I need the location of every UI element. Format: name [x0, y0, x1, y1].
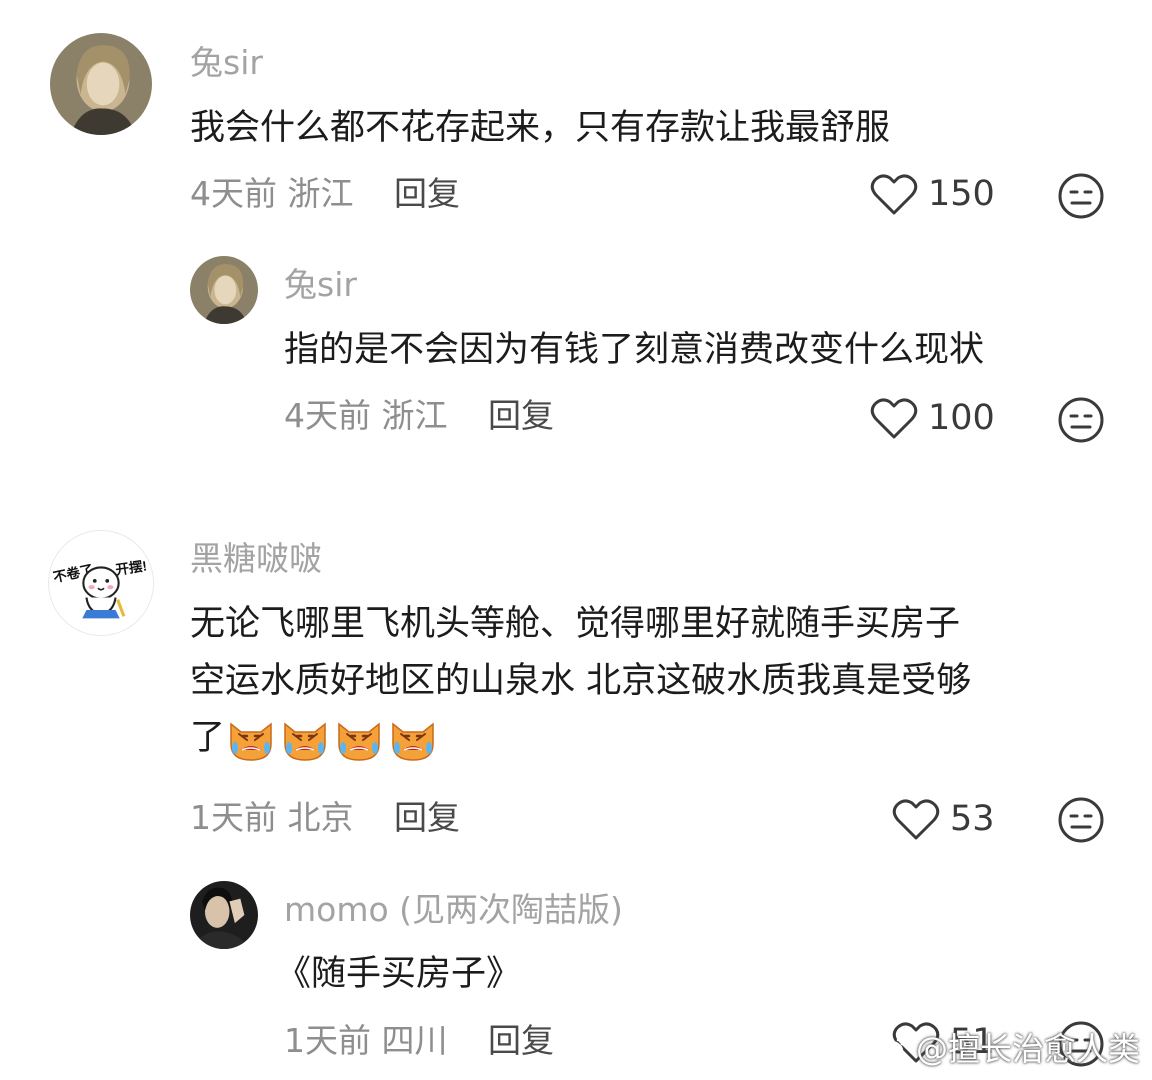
crying-cat-emoji-icon [225, 714, 277, 766]
comment-text: 无论飞哪里飞机头等舱、觉得哪里好就随手买房子 空运水质好地区的山泉水 北京这破水… [190, 596, 971, 768]
heart-icon [870, 174, 918, 215]
like-count: 53 [950, 798, 995, 839]
comment-location: 浙江 [287, 174, 354, 213]
meh-face-icon [1058, 797, 1104, 843]
reply-button[interactable]: 回复 [488, 396, 554, 435]
reply-avatar[interactable] [190, 256, 258, 324]
reply-meta: 4天前 浙江 回复 [284, 399, 554, 432]
username[interactable]: 兔sir [190, 46, 263, 79]
reply-button[interactable]: 回复 [394, 174, 460, 213]
dislike-button[interactable] [1057, 396, 1105, 444]
reply-username-name: momo [284, 890, 389, 929]
reply-username[interactable]: 兔sir [284, 268, 357, 301]
heart-icon [870, 398, 918, 439]
avatar-photo-icon [190, 881, 258, 949]
comment-line: 无论飞哪里飞机头等舱、觉得哪里好就随手买房子 [190, 604, 961, 644]
reply-avatar[interactable] [190, 881, 258, 949]
comment-meta: 4天前 浙江 回复 [190, 177, 460, 210]
avatar-sticker-icon: 不卷了 开摆! [49, 531, 153, 635]
comment-location: 北京 [287, 798, 354, 837]
comment-line: 空运水质好地区的山泉水 北京这破水质我真是受够 [190, 661, 972, 701]
heart-icon [892, 799, 940, 840]
reply-button[interactable]: 回复 [488, 1021, 554, 1060]
comment-line: 了 [190, 710, 971, 768]
comment-location: 浙江 [381, 396, 448, 435]
watermark-text: @擅长治愈人类 [915, 1030, 1140, 1068]
like-button[interactable]: 150 [870, 172, 995, 216]
username[interactable]: 黑糖啵啵 [190, 542, 322, 575]
comment-time: 4天前 [284, 396, 371, 435]
reply-text: 《随手买房子》 [276, 946, 521, 1003]
meh-face-icon [1058, 397, 1104, 443]
reply-text: 指的是不会因为有钱了刻意消费改变什么现状 [284, 322, 984, 379]
meh-face-icon [1058, 173, 1104, 219]
crying-cat-emoji-icon [333, 714, 385, 766]
avatar[interactable] [50, 33, 152, 135]
comment-location: 四川 [381, 1021, 448, 1060]
comment-time: 4天前 [190, 174, 277, 213]
like-count: 150 [928, 173, 995, 214]
reply-username-tag: (见两次陶喆版) [399, 890, 623, 929]
dislike-button[interactable] [1057, 172, 1105, 220]
like-count: 100 [928, 397, 995, 438]
crying-cat-emoji-icon [387, 714, 439, 766]
comment-line-text: 了 [190, 718, 226, 758]
reply-username[interactable]: momo (见两次陶喆版) [284, 893, 623, 926]
like-button[interactable]: 100 [870, 396, 995, 440]
dislike-button[interactable] [1057, 796, 1105, 844]
crying-cat-emoji-icon [279, 714, 331, 766]
comment-time: 1天前 [190, 798, 277, 837]
comment-meta: 1天前 北京 回复 [190, 801, 460, 834]
like-button[interactable]: 53 [892, 797, 995, 841]
watermark: @擅长治愈人类 [870, 1024, 1140, 1070]
reply-button[interactable]: 回复 [394, 798, 460, 837]
reply-meta: 1天前 四川 回复 [284, 1024, 554, 1057]
avatar-portrait-icon [50, 33, 152, 135]
comment-line: 《随手买房子》 [276, 954, 522, 994]
emoji-row [225, 711, 441, 768]
comment-text: 我会什么都不花存起来，只有存款让我最舒服 [190, 100, 890, 157]
comment-line: 指的是不会因为有钱了刻意消费改变什么现状 [284, 330, 985, 370]
avatar-portrait-icon [190, 256, 258, 324]
comment-time: 1天前 [284, 1021, 371, 1060]
weibo-icon [870, 1033, 909, 1063]
avatar[interactable]: 不卷了 开摆! [48, 530, 154, 636]
comment-line: 我会什么都不花存起来，只有存款让我最舒服 [190, 108, 891, 148]
